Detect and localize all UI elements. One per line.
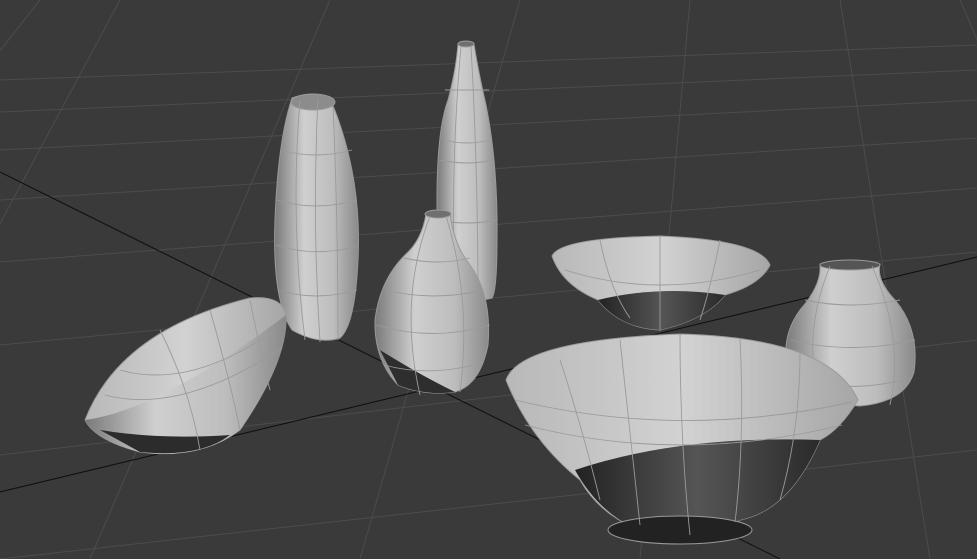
object-back-bowl[interactable] bbox=[551, 235, 771, 331]
object-tall-vase[interactable] bbox=[274, 93, 359, 343]
3d-viewport[interactable] bbox=[0, 0, 977, 559]
viewport-scene[interactable] bbox=[0, 0, 977, 559]
object-large-bowl[interactable] bbox=[505, 333, 859, 545]
